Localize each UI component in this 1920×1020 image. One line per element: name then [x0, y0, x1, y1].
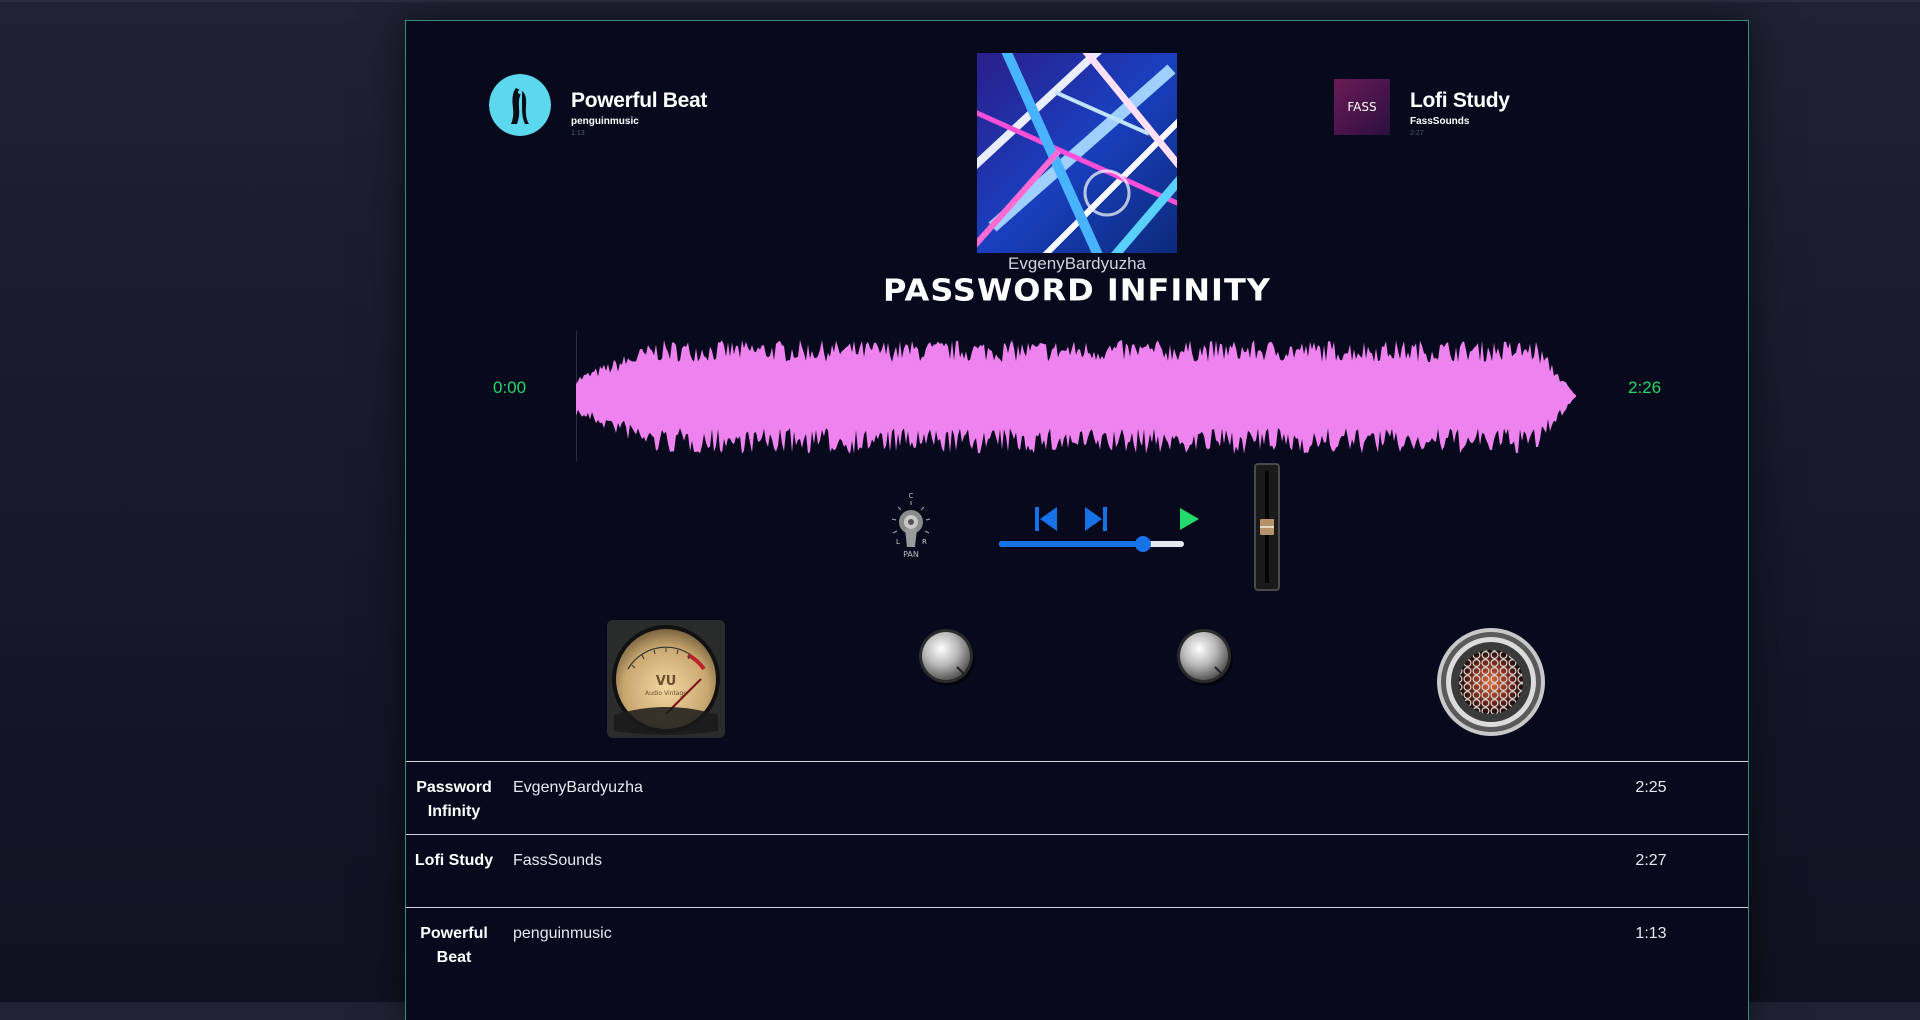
lofi-cover-text: FASS [1347, 100, 1376, 114]
speaker-grille [1437, 628, 1545, 736]
next-track-button[interactable] [1084, 505, 1108, 533]
window-top-edge [0, 0, 1920, 2]
playlist-artist: penguinmusic [513, 925, 612, 942]
playlist-duration: 2:25 [1635, 779, 1667, 796]
vu-meter: VU Audio Vintage [607, 620, 725, 738]
volume-handle[interactable] [1135, 536, 1152, 552]
playlist-title: Powerful Beat [420, 925, 488, 966]
playlist-duration: 1:13 [1635, 925, 1667, 942]
playlist-duration: 2:27 [1635, 852, 1667, 869]
transport-controls [996, 481, 1199, 571]
playlist-title: Password Infinity [416, 779, 492, 820]
penguin-cover-image [489, 74, 551, 136]
playlist-row[interactable]: Password Infinity EvgenyBardyuzha 2:25 [406, 761, 1748, 834]
svg-text:L: L [896, 538, 900, 546]
previous-track-button[interactable] [1034, 505, 1058, 533]
gain-fader[interactable] [1254, 463, 1280, 591]
playlist-title: Lofi Study [414, 852, 494, 869]
time-elapsed: 0:00 [493, 378, 527, 397]
eq-knob-1[interactable] [917, 627, 977, 687]
previous-track-title: Powerful Beat [571, 89, 708, 112]
next-track-title: Lofi Study [1410, 89, 1510, 112]
waveform-shape [576, 340, 1576, 454]
waveform-seekbar[interactable] [576, 331, 1576, 461]
vu-sublabel: Audio Vintage [645, 690, 687, 697]
album-cover-image [977, 53, 1177, 253]
volume-fill [999, 541, 1144, 547]
audio-player: Powerful Beat penguinmusic 1:13 EvgenyBa… [405, 20, 1749, 1020]
time-total: 2:26 [1628, 378, 1662, 397]
playlist-artist: FassSounds [513, 852, 602, 869]
svg-text:C: C [909, 492, 914, 500]
fader-handle [1260, 519, 1274, 535]
vu-label: VU [656, 674, 677, 689]
pan-knob[interactable]: C L R PAN [886, 489, 936, 569]
playlist-row[interactable]: Lofi Study FassSounds 2:27 [406, 834, 1748, 907]
lofi-cover-image: FASS [1334, 79, 1390, 135]
playlist-table: Password Infinity EvgenyBardyuzha 2:25 L… [406, 761, 1748, 980]
current-track-title: PASSWORD INFINITY [883, 271, 1271, 309]
previous-track-duration: 1:13 [571, 130, 585, 137]
play-button[interactable] [1178, 507, 1200, 531]
pan-label: PAN [903, 550, 919, 559]
playlist-artist: EvgenyBardyuzha [513, 779, 643, 796]
eq-knob-2[interactable] [1175, 627, 1235, 687]
svg-text:R: R [922, 538, 927, 546]
previous-track[interactable]: Powerful Beat penguinmusic 1:13 [489, 74, 707, 137]
playlist-row[interactable]: Powerful Beat penguinmusic 1:13 [406, 907, 1748, 980]
next-track-artist: FassSounds [1410, 116, 1470, 127]
next-track[interactable]: FASS Lofi Study FassSounds 2:27 [1334, 79, 1510, 137]
previous-track-artist: penguinmusic [571, 116, 639, 127]
volume-slider[interactable] [999, 535, 1184, 553]
next-track-duration: 2:27 [1410, 130, 1424, 137]
